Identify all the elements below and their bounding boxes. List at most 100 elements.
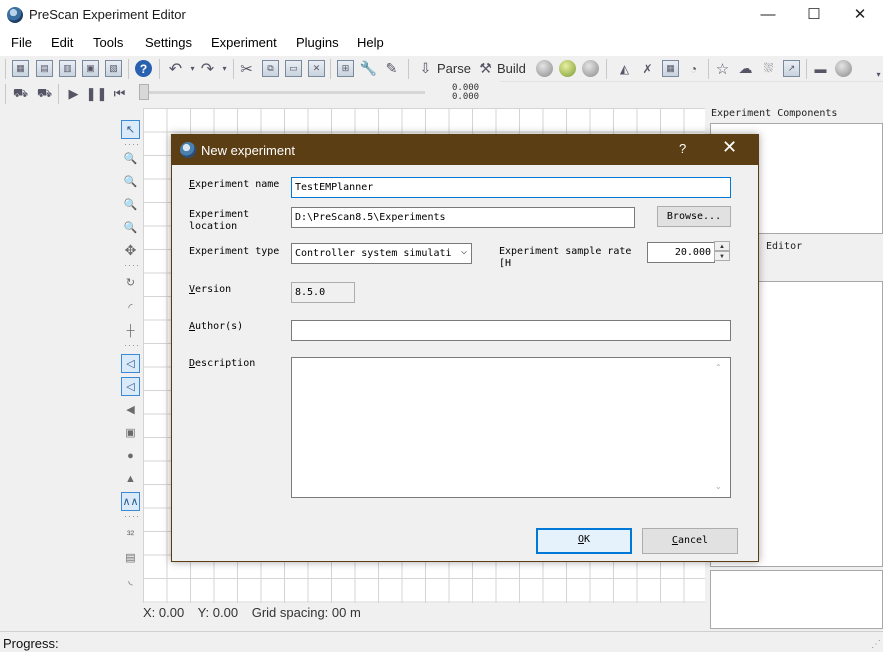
description-textarea[interactable]: [291, 357, 731, 498]
zoom-icon[interactable]: 🔍: [121, 149, 140, 168]
experiment-type-value: Controller system simulati: [295, 248, 452, 259]
menu-edit[interactable]: Edit: [51, 35, 73, 50]
curve-road-icon[interactable]: ◜: [121, 298, 140, 317]
vehicle-icon[interactable]: ▲: [121, 469, 140, 488]
zoom-in-icon[interactable]: 🔍: [121, 172, 140, 191]
sample-rate-decrement[interactable]: ▼: [714, 251, 730, 261]
pen-icon[interactable]: ✎: [383, 60, 400, 77]
progress-label: Progress:: [3, 636, 59, 651]
author-label: Author(s): [189, 321, 244, 332]
menu-settings[interactable]: Settings: [145, 35, 192, 50]
tool-c-icon[interactable]: ▦: [662, 60, 679, 77]
road-icon[interactable]: ↻: [121, 273, 140, 292]
cloud-icon[interactable]: ☁: [737, 60, 754, 77]
experiment-location-label: Experiment location: [189, 209, 250, 230]
rewind-icon[interactable]: ⏮: [111, 85, 128, 102]
cancel-button[interactable]: Cancel: [642, 528, 738, 554]
help-icon[interactable]: ?: [135, 60, 152, 77]
experiment-name-input[interactable]: TestEMPlanner: [291, 177, 731, 198]
wrench-icon[interactable]: 🔧: [360, 60, 377, 77]
save-icon[interactable]: ▣: [82, 60, 99, 77]
light-icon[interactable]: ●: [121, 446, 140, 465]
delete-icon[interactable]: ✕: [308, 60, 325, 77]
browse-button[interactable]: Browse...: [657, 206, 731, 227]
parse-icon[interactable]: ⇩: [417, 60, 434, 77]
tool-a-icon[interactable]: ◭: [616, 60, 633, 77]
cut-icon[interactable]: ✂: [238, 60, 255, 78]
author-input[interactable]: [291, 320, 731, 341]
y-coordinate: Y: 0.00: [197, 605, 239, 620]
title-bar: PreScan Experiment Editor — ☐ ✕: [0, 0, 883, 31]
maximize-button[interactable]: ☐: [791, 0, 837, 31]
build-button[interactable]: Build: [497, 61, 526, 76]
minimize-button[interactable]: —: [745, 0, 791, 31]
menu-file[interactable]: File: [11, 35, 32, 50]
weather-icon[interactable]: ⛆: [760, 60, 777, 77]
chevron-down-icon: ⌵: [460, 246, 467, 257]
x-coordinate: X: 0.00: [143, 605, 185, 620]
version-label: Version: [189, 284, 232, 295]
arc-icon[interactable]: ◟: [121, 571, 140, 590]
ok-button[interactable]: OK: [536, 528, 632, 554]
select-arrow-icon[interactable]: ↖: [121, 120, 140, 139]
pan-icon[interactable]: ✥: [121, 241, 140, 260]
dialog-close-button[interactable]: ✕: [722, 137, 737, 158]
experiment-name-label: Experiment name: [189, 179, 280, 190]
main-toolbar: ▦ ▤ ▥ ▣ ▧ ? ↶ ▾ ↷ ▾ ✂ ⧉ ▭ ✕ ⊞ 🔧 ✎ ⇩ Pars…: [0, 56, 883, 82]
experiment-location-input[interactable]: D:\PreScan8.5\Experiments: [291, 207, 635, 228]
save-as-icon[interactable]: ▥: [59, 60, 76, 77]
export-icon[interactable]: ▧: [105, 60, 122, 77]
sample-rate-input[interactable]: 20.000: [647, 242, 715, 263]
dialog-title-bar: New experiment ? ✕: [172, 135, 758, 165]
time-slider-track[interactable]: [143, 91, 425, 94]
tool-b-icon[interactable]: ✗: [639, 60, 656, 77]
menu-help[interactable]: Help: [357, 35, 384, 50]
grid-spacing: Grid spacing: 00 m: [251, 605, 361, 620]
experiment-type-select[interactable]: Controller system simulati ⌵: [291, 243, 472, 264]
car-icon[interactable]: ⛟: [12, 85, 29, 102]
new-icon[interactable]: ▦: [12, 60, 29, 77]
table-icon[interactable]: ▤: [121, 548, 140, 567]
menu-plugins[interactable]: Plugins: [296, 35, 339, 50]
copy-icon[interactable]: ⧉: [262, 60, 279, 77]
zoom-fit-icon[interactable]: 🔍: [121, 218, 140, 237]
view-icon[interactable]: [835, 60, 852, 77]
camera-icon[interactable]: ▣: [121, 423, 140, 442]
chart-icon[interactable]: ↗: [783, 60, 800, 77]
pause-icon[interactable]: ❚❚: [86, 85, 108, 102]
signal-icon[interactable]: ∧∧: [121, 492, 140, 511]
play-icon[interactable]: ▶: [65, 85, 82, 102]
close-window-button[interactable]: ✕: [837, 0, 883, 31]
dialog-title: New experiment: [201, 143, 295, 158]
sim-icon[interactable]: [536, 60, 553, 77]
description-scroll-up-icon[interactable]: ⌃: [715, 363, 722, 372]
grid-icon[interactable]: ⊞: [337, 60, 354, 77]
sensor-b-icon[interactable]: ◁: [121, 377, 140, 396]
car-settings-icon[interactable]: ⛟: [36, 85, 53, 102]
numbering-icon[interactable]: ³²: [121, 525, 140, 544]
menu-tools[interactable]: Tools: [93, 35, 123, 50]
redo-icon[interactable]: ↷: [199, 60, 216, 78]
tool-d-icon[interactable]: ◔: [685, 60, 702, 77]
open-icon[interactable]: ▤: [36, 60, 53, 77]
sensor-c-icon[interactable]: ◀: [121, 400, 140, 419]
menu-experiment[interactable]: Experiment: [211, 35, 277, 50]
undo-icon[interactable]: ↶: [167, 60, 184, 78]
sensor-a-icon[interactable]: ◁: [121, 354, 140, 373]
resize-grip-icon[interactable]: ⋰: [871, 639, 881, 650]
build-icon[interactable]: ⚒: [477, 60, 494, 77]
paste-icon[interactable]: ▭: [285, 60, 302, 77]
dialog-help-button[interactable]: ?: [679, 141, 686, 156]
star-icon[interactable]: ☆: [714, 60, 731, 78]
parse-button[interactable]: Parse: [437, 61, 471, 76]
run-sim-icon[interactable]: [559, 60, 576, 77]
zoom-out-icon[interactable]: 🔍: [121, 195, 140, 214]
layout-icon[interactable]: ▬: [812, 60, 829, 77]
stop-sim-icon[interactable]: [582, 60, 599, 77]
sample-rate-increment[interactable]: ▲: [714, 241, 730, 251]
redo-dropdown-icon[interactable]: ▾: [216, 60, 233, 77]
description-scroll-down-icon[interactable]: ⌄: [715, 482, 722, 491]
junction-icon[interactable]: ┼: [121, 321, 140, 340]
time-slider-thumb[interactable]: [139, 84, 149, 100]
overflow-chevron-icon[interactable]: ▾: [870, 66, 883, 83]
